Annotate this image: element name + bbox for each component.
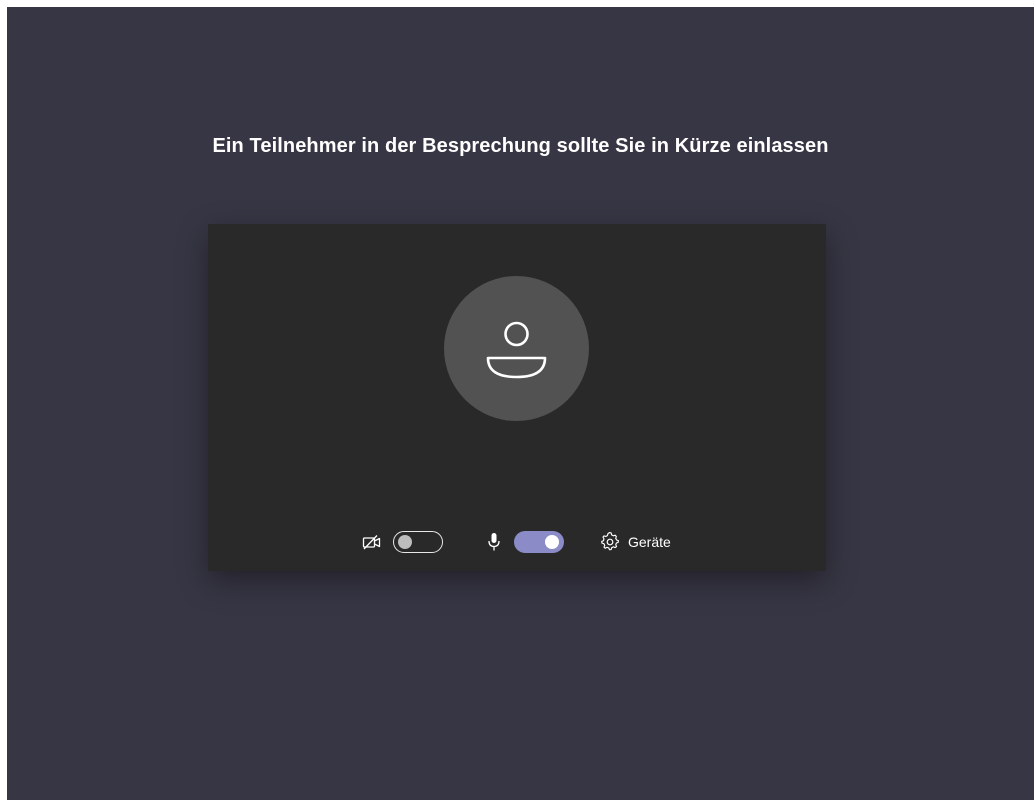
avatar <box>444 276 589 421</box>
video-preview: Geräte <box>208 224 826 571</box>
lobby-title: Ein Teilnehmer in der Besprechung sollte… <box>212 135 829 157</box>
camera-toggle-knob <box>398 534 412 549</box>
gear-icon <box>600 531 620 552</box>
camera-control <box>362 526 443 558</box>
person-icon <box>486 321 547 379</box>
camera-toggle[interactable] <box>393 531 443 553</box>
device-controls: Geräte <box>208 526 826 558</box>
microphone-toggle[interactable] <box>514 531 564 553</box>
devices-label: Geräte <box>628 534 671 550</box>
microphone-control <box>487 526 564 558</box>
lobby-screen: Ein Teilnehmer in der Besprechung sollte… <box>7 7 1034 800</box>
camera-off-icon[interactable] <box>362 534 382 550</box>
devices-button[interactable]: Geräte <box>600 526 671 558</box>
microphone-icon[interactable] <box>487 532 501 552</box>
microphone-toggle-knob <box>545 535 559 549</box>
